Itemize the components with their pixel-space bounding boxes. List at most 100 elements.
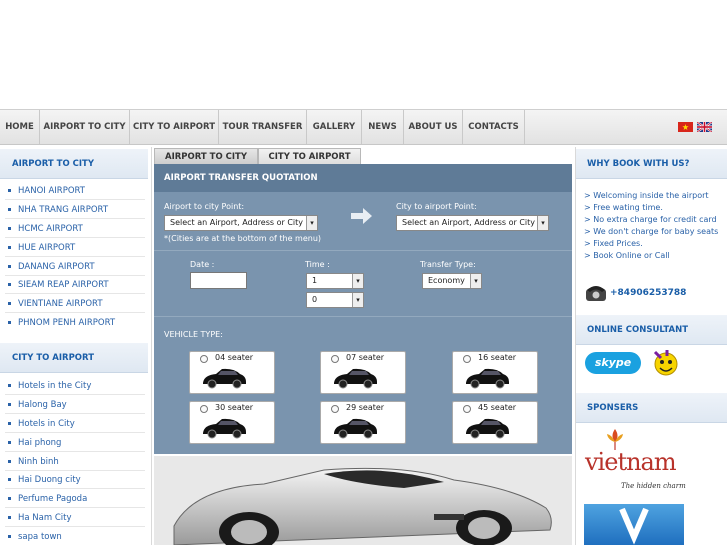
bullet-icon bbox=[8, 497, 11, 500]
nav-gallery[interactable]: GALLERY bbox=[307, 110, 362, 144]
radio-button[interactable] bbox=[331, 405, 339, 413]
bullet-icon bbox=[8, 460, 11, 463]
bullet-icon bbox=[8, 535, 11, 538]
city-to-airport-heading: CITY TO AIRPORT bbox=[0, 343, 148, 373]
yahoo-messenger-icon[interactable] bbox=[651, 348, 681, 378]
reason-item: > Book Online or Call bbox=[584, 251, 670, 260]
vietnam-flag-icon[interactable] bbox=[678, 122, 693, 132]
hour-select[interactable]: 1 ▾ bbox=[306, 273, 364, 289]
city-to-airport-label: City to airport Point: bbox=[396, 202, 477, 211]
transfer-type-label: Transfer Type: bbox=[420, 260, 476, 269]
bullet-icon bbox=[8, 246, 11, 249]
sidebar-item-ninh-binh[interactable]: Ninh binh bbox=[8, 457, 59, 467]
transfer-type-select[interactable]: Economy ▾ bbox=[422, 273, 482, 289]
vehicle-type-label: VEHICLE TYPE: bbox=[164, 330, 223, 339]
nav-home[interactable]: HOME bbox=[0, 110, 40, 144]
airport-to-city-heading: AIRPORT TO CITY bbox=[0, 149, 148, 179]
sports-car-photo bbox=[154, 456, 572, 545]
car-icon bbox=[466, 418, 509, 439]
vehicle-option-07-seater[interactable]: 07 seater bbox=[320, 351, 406, 394]
radio-button[interactable] bbox=[200, 405, 208, 413]
sponsor-tagline: The hidden charm bbox=[621, 482, 686, 490]
bullet-icon bbox=[8, 208, 11, 211]
reason-item: > Fixed Prices. bbox=[584, 239, 643, 248]
reason-item: > No extra charge for credit card bbox=[584, 215, 717, 224]
nav-tour-transfer[interactable]: TOUR TRANSFER bbox=[219, 110, 307, 144]
sidebar-item-danang-airport[interactable]: DANANG AIRPORT bbox=[8, 262, 95, 272]
sponsor-banner-2[interactable] bbox=[584, 504, 684, 545]
main-navbar: HOME AIRPORT TO CITY CITY TO AIRPORT TOU… bbox=[0, 109, 727, 145]
vehicle-option-04-seater[interactable]: 04 seater bbox=[189, 351, 275, 394]
nav-news[interactable]: NEWS bbox=[362, 110, 404, 144]
time-label: Time : bbox=[305, 260, 330, 269]
sidebar-item-hai-duong-city[interactable]: Hai Duong city bbox=[8, 475, 81, 485]
bullet-icon bbox=[8, 302, 11, 305]
tab-airport-to-city[interactable]: AIRPORT TO CITY bbox=[154, 148, 258, 164]
online-consultant-heading: ONLINE CONSULTANT bbox=[576, 315, 727, 345]
vehicle-option-30-seater[interactable]: 30 seater bbox=[189, 401, 275, 444]
arrow-right-icon bbox=[351, 208, 372, 224]
date-label: Date : bbox=[190, 260, 215, 269]
right-sidebar: WHY BOOK WITH US? > Welcoming inside the… bbox=[575, 147, 727, 545]
why-book-heading: WHY BOOK WITH US? bbox=[576, 149, 727, 179]
sidebar-item-phnom-penh-airport[interactable]: PHNOM PENH AIRPORT bbox=[8, 318, 115, 328]
bullet-icon bbox=[8, 189, 11, 192]
sports-car-image bbox=[154, 456, 572, 545]
radio-button[interactable] bbox=[200, 355, 208, 363]
sponsor-vietnam-logo[interactable]: vietnam The hidden charm bbox=[584, 426, 686, 504]
radio-button[interactable] bbox=[463, 355, 471, 363]
sidebar-item-vientiane-airport[interactable]: VIENTIANE AIRPORT bbox=[8, 299, 103, 309]
nav-airport-to-city[interactable]: AIRPORT TO CITY bbox=[40, 110, 130, 144]
sidebar-item-hanoi-airport[interactable]: HANOI AIRPORT bbox=[8, 186, 85, 196]
nav-contacts[interactable]: CONTACTS bbox=[463, 110, 525, 144]
bullet-icon bbox=[8, 422, 11, 425]
radio-button[interactable] bbox=[463, 405, 471, 413]
sidebar-item-perfume-pagoda[interactable]: Perfume Pagoda bbox=[8, 494, 87, 504]
radio-button[interactable] bbox=[331, 355, 339, 363]
bullet-icon bbox=[8, 403, 11, 406]
phone-icon bbox=[586, 286, 606, 301]
nav-about-us[interactable]: ABOUT US bbox=[404, 110, 463, 144]
bullet-icon bbox=[8, 478, 11, 481]
sidebar-item-hcmc-airport[interactable]: HCMC AIRPORT bbox=[8, 224, 83, 234]
form-title: AIRPORT TRANSFER QUOTATION bbox=[154, 164, 572, 192]
sidebar-item-hotels-in-the-city[interactable]: Hotels in the City bbox=[8, 381, 91, 391]
car-icon bbox=[203, 368, 246, 389]
left-sidebar: AIRPORT TO CITY HANOI AIRPORT NHA TRANG … bbox=[0, 147, 152, 545]
vehicle-option-29-seater[interactable]: 29 seater bbox=[320, 401, 406, 444]
sidebar-item-hotels-in-city[interactable]: Hotels in City bbox=[8, 419, 75, 429]
sidebar-item-nha-trang-airport[interactable]: NHA TRANG AIRPORT bbox=[8, 205, 108, 215]
sponsors-heading: SPONSERS bbox=[576, 393, 727, 423]
date-input[interactable] bbox=[190, 272, 247, 289]
bullet-icon bbox=[8, 265, 11, 268]
cities-note: *(Cities are at the bottom of the menu) bbox=[164, 234, 322, 243]
sidebar-item-ha-nam-city[interactable]: Ha Nam City bbox=[8, 513, 72, 523]
bullet-icon bbox=[8, 441, 11, 444]
airport-to-city-select[interactable]: Select an Airport, Address or City ▾ bbox=[164, 215, 318, 231]
sponsor-logo-text: vietnam bbox=[585, 448, 677, 476]
city-to-airport-select[interactable]: Select an Airport, Address or City ▾ bbox=[396, 215, 549, 231]
uk-flag-icon[interactable] bbox=[697, 122, 712, 132]
sidebar-item-halong-bay[interactable]: Halong Bay bbox=[8, 400, 67, 410]
quotation-form: AIRPORT TRANSFER QUOTATION Airport to ci… bbox=[154, 164, 572, 454]
phone-number[interactable]: +84906253788 bbox=[610, 288, 686, 298]
reason-item: > Welcoming inside the airport bbox=[584, 191, 709, 200]
sidebar-item-hai-phong[interactable]: Hai phong bbox=[8, 438, 61, 448]
vehicle-option-16-seater[interactable]: 16 seater bbox=[452, 351, 538, 394]
bullet-icon bbox=[8, 384, 11, 387]
car-icon bbox=[334, 368, 377, 389]
skype-button[interactable]: skype bbox=[585, 352, 641, 374]
sidebar-item-sieam-reap-airport[interactable]: SIEAM REAP AIRPORT bbox=[8, 280, 109, 290]
nav-city-to-airport[interactable]: CITY TO AIRPORT bbox=[130, 110, 219, 144]
vehicle-option-45-seater[interactable]: 45 seater bbox=[452, 401, 538, 444]
sidebar-item-hue-airport[interactable]: HUE AIRPORT bbox=[8, 243, 75, 253]
sidebar-item-sapa-town[interactable]: sapa town bbox=[8, 532, 62, 542]
bullet-icon bbox=[8, 283, 11, 286]
tab-city-to-airport[interactable]: CITY TO AIRPORT bbox=[258, 148, 361, 164]
car-icon bbox=[334, 418, 377, 439]
reason-item: > Free wating time. bbox=[584, 203, 663, 212]
minute-select[interactable]: 0 ▾ bbox=[306, 292, 364, 308]
chevron-down-icon: ▾ bbox=[470, 274, 481, 288]
chevron-down-icon: ▾ bbox=[352, 274, 363, 288]
bullet-icon bbox=[8, 321, 11, 324]
